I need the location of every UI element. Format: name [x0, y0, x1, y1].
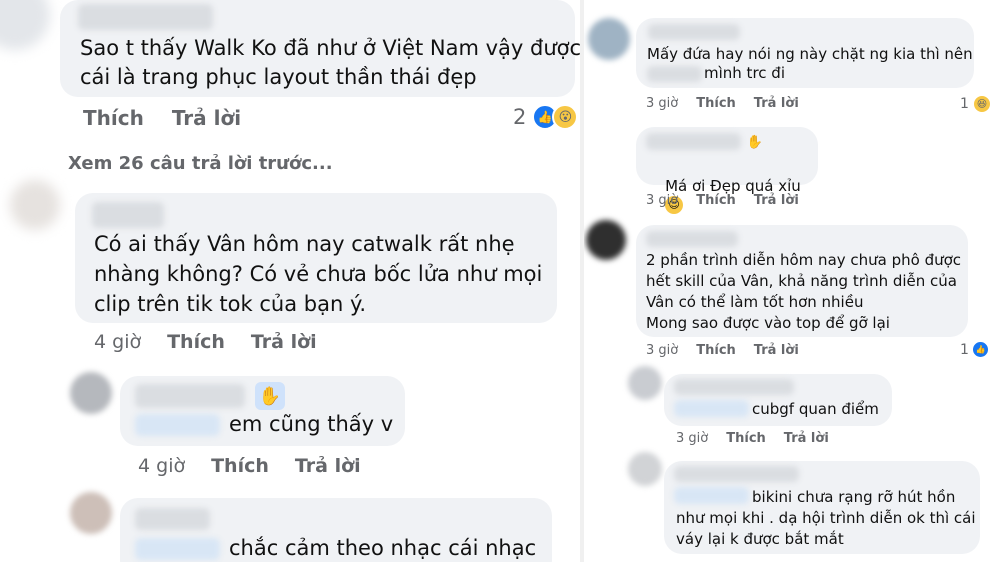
- reply-link[interactable]: Trả lời: [754, 193, 799, 208]
- redacted-text: [647, 66, 702, 82]
- reply-link[interactable]: Trả lời: [172, 106, 241, 130]
- comment-time: 3 giờ: [646, 193, 679, 208]
- comment-actions: 4 giờ Thích Trả lời: [138, 455, 361, 477]
- reaction-summary[interactable]: 1 😆: [960, 94, 992, 114]
- reply-link[interactable]: Trả lời: [295, 455, 361, 477]
- redacted-mention: [135, 538, 220, 560]
- reaction-summary[interactable]: 1 👍: [960, 341, 989, 358]
- avatar[interactable]: [628, 366, 662, 400]
- comment-text: mình trc đi: [704, 64, 785, 82]
- waving-hand-icon: ✋: [746, 134, 764, 150]
- avatar[interactable]: [70, 492, 112, 534]
- avatar[interactable]: [588, 18, 630, 60]
- comment-text: Mong sao được vào top để gỡ lại: [646, 314, 890, 332]
- redacted-author-name: [92, 202, 164, 228]
- wow-reaction-icon: 😮: [552, 104, 579, 130]
- redacted-author-name: [648, 24, 740, 40]
- comment-actions: Thích Trả lời: [83, 106, 241, 130]
- reply-link[interactable]: Trả lời: [251, 331, 317, 353]
- avatar[interactable]: [586, 220, 626, 260]
- like-link[interactable]: Thích: [211, 455, 269, 477]
- comment-actions: 3 giờ Thích Trả lời: [646, 96, 799, 111]
- comment-text: cái là trang phục layout thần thái đẹp: [80, 65, 477, 89]
- blurred-background-shape: [0, 0, 50, 50]
- comment-text: chắc cảm theo nhạc cái nhạc: [229, 536, 537, 560]
- redacted-author-name: [646, 231, 738, 247]
- comment-text: Có ai thấy Vân hôm nay catwalk rất nhẹ: [94, 232, 515, 256]
- comment-time: 4 giờ: [94, 331, 142, 353]
- avatar[interactable]: [628, 452, 662, 486]
- like-link[interactable]: Thích: [167, 331, 225, 353]
- comment-text: Vân có thể làm tốt hơn nhiều: [646, 293, 864, 311]
- haha-reaction-icon: 😆: [971, 94, 992, 114]
- comment-actions: 3 giờ Thích Trả lời: [646, 343, 799, 358]
- comment-time: 3 giờ: [646, 96, 679, 111]
- comment-actions: 3 giờ Thích Trả lời: [676, 431, 829, 446]
- reaction-count: 2: [513, 105, 527, 129]
- redacted-author-name: [646, 133, 741, 150]
- redacted-mention: [674, 487, 749, 504]
- redacted-author-name: [674, 466, 799, 482]
- reply-link[interactable]: Trả lời: [784, 431, 829, 446]
- reply-link[interactable]: Trả lời: [754, 343, 799, 358]
- like-link[interactable]: Thích: [726, 431, 766, 446]
- like-reaction-icon: 👍: [971, 341, 989, 358]
- redacted-author-name: [135, 384, 245, 408]
- comment-text: nhàng không? Có vẻ chưa bốc lửa như mọi: [94, 262, 543, 286]
- waving-hand-icon: ✋: [255, 382, 285, 410]
- comment-text: cubgf quan điểm: [752, 400, 879, 418]
- comment-time: 3 giờ: [676, 431, 709, 446]
- reaction-summary[interactable]: 2 👍 😮: [513, 104, 579, 130]
- reaction-count: 1: [960, 341, 969, 358]
- right-screenshot-panel: Mấy đứa hay nói ng này chặt ng kia thì n…: [584, 0, 999, 562]
- blurred-background-shape: [10, 180, 60, 230]
- redacted-author-name: [135, 508, 210, 530]
- comment-time: 3 giờ: [646, 343, 679, 358]
- comment-text: Mấy đứa hay nói ng này chặt ng kia thì n…: [647, 45, 973, 63]
- redacted-mention: [135, 414, 220, 436]
- comment-text: như mọi khi . dạ hội trình diễn ok thì c…: [676, 509, 976, 527]
- like-link[interactable]: Thích: [696, 96, 736, 111]
- comment-text: Sao t thấy Walk Ko đã như ở Việt Nam vậy…: [80, 36, 580, 60]
- redacted-mention: [674, 400, 749, 417]
- comment-text: clip trên tik tok của bạn ý.: [94, 292, 367, 316]
- redacted-author-name: [78, 4, 213, 30]
- redacted-author-name: [674, 379, 794, 395]
- reply-link[interactable]: Trả lời: [754, 96, 799, 111]
- view-previous-replies-link[interactable]: Xem 26 câu trả lời trước...: [68, 153, 333, 174]
- comment-actions: 3 giờ Thích Trả lời: [646, 193, 799, 208]
- avatar[interactable]: [70, 372, 112, 414]
- like-link[interactable]: Thích: [696, 193, 736, 208]
- comment-text: hết skill của Vân, khả năng trình diễn c…: [646, 272, 957, 290]
- comment-text: váy lại k được bắt mắt: [676, 530, 844, 548]
- left-screenshot-panel: Sao t thấy Walk Ko đã như ở Việt Nam vậy…: [0, 0, 580, 562]
- comment-actions: 4 giờ Thích Trả lời: [94, 331, 317, 353]
- reaction-count: 1: [960, 96, 969, 112]
- like-link[interactable]: Thích: [696, 343, 736, 358]
- comment-time: 4 giờ: [138, 455, 186, 477]
- comment-text: 2 phần trình diễn hôm nay chưa phô được: [646, 251, 962, 269]
- comment-text: em cũng thấy v: [229, 412, 394, 436]
- like-link[interactable]: Thích: [83, 106, 144, 130]
- comment-text: bikini chưa rạng rỡ hút hồn: [752, 488, 956, 506]
